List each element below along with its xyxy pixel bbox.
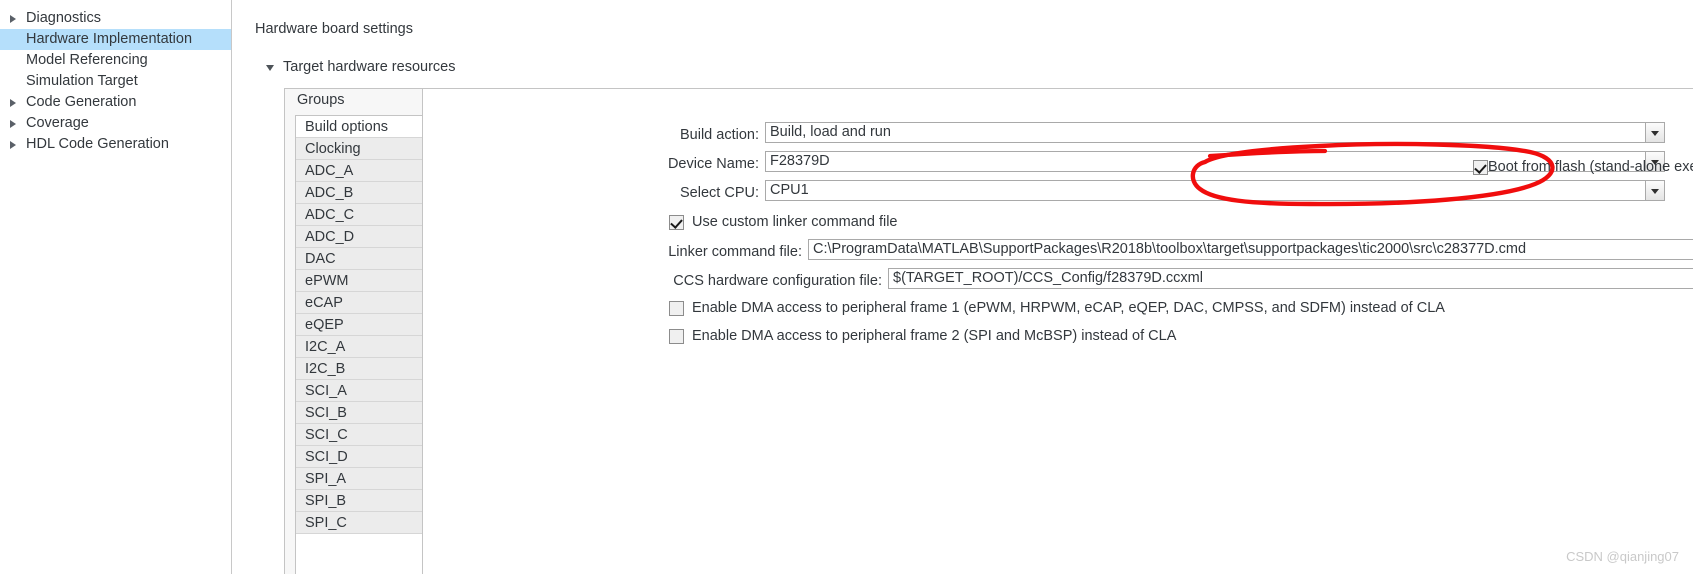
chevron-right-icon[interactable] (10, 119, 16, 128)
group-item-spi-b[interactable]: SPI_B (296, 490, 422, 512)
use-custom-linker-checkbox[interactable] (669, 214, 684, 230)
configuration-tree-panel[interactable]: Diagnostics Hardware Implementation Mode… (0, 0, 232, 574)
chevron-down-icon[interactable] (266, 65, 274, 71)
group-item-sci-d[interactable]: SCI_D (296, 446, 422, 468)
build-action-label: Build action: (680, 127, 759, 143)
group-item-label: SPI_A (305, 471, 347, 487)
group-item-eqep[interactable]: eQEP (296, 314, 422, 336)
tree-item-simulation-target[interactable]: Simulation Target (0, 71, 231, 92)
group-item-label: ADC_A (305, 163, 354, 179)
simulink-configuration-parameters-window: Diagnostics Hardware Implementation Mode… (0, 0, 1693, 574)
ccs-config-file-label: CCS hardware configuration file: (673, 273, 882, 289)
chevron-right-icon[interactable] (10, 140, 16, 149)
hardware-board-settings-title: Hardware board settings (255, 21, 413, 37)
dma-frame1-label: Enable DMA access to peripheral frame 1 … (692, 300, 1445, 316)
dma-frame1-row[interactable]: Enable DMA access to peripheral frame 1 … (669, 297, 1445, 319)
group-item-adc-b[interactable]: ADC_B (296, 182, 422, 204)
group-item-label: SCI_C (305, 427, 348, 443)
build-action-value: Build, load and run (770, 124, 891, 140)
groups-list[interactable]: Build options Clocking ADC_A ADC_B ADC_C… (295, 115, 422, 574)
tree-item-label: Diagnostics (26, 10, 101, 26)
select-cpu-row: Select CPU: CPU1 (680, 180, 1665, 206)
group-item-i2c-b[interactable]: I2C_B (296, 358, 422, 380)
dma-frame2-checkbox[interactable] (669, 328, 684, 344)
watermark-text: CSDN @qianjing07 (1566, 549, 1679, 564)
target-hardware-resources-header[interactable]: Target hardware resources (266, 59, 455, 75)
build-options-form: Build action: Build, load and run Device… (423, 88, 1693, 574)
group-item-label: I2C_B (305, 361, 346, 377)
settings-pane: Hardware board settings Target hardware … (233, 0, 1693, 574)
build-action-combobox[interactable]: Build, load and run (765, 122, 1665, 143)
linker-command-file-label: Linker command file: (668, 244, 802, 260)
groups-panel: Groups Build options Clocking ADC_A ADC_… (284, 88, 423, 574)
chevron-right-icon[interactable] (10, 98, 16, 107)
boot-from-flash-label: Boot from flash (stand-alone execution) (1488, 159, 1693, 175)
chevron-down-icon[interactable] (1645, 181, 1664, 200)
tree-item-diagnostics[interactable]: Diagnostics (0, 8, 231, 29)
tree-item-label: Simulation Target (26, 73, 138, 89)
device-name-label: Device Name: (667, 156, 759, 172)
tree-item-label: Model Referencing (26, 52, 148, 68)
group-item-label: SPI_C (305, 515, 347, 531)
select-cpu-value: CPU1 (770, 182, 809, 198)
group-item-label: Build options (305, 119, 389, 135)
group-item-adc-a[interactable]: ADC_A (296, 160, 422, 182)
group-item-label: Clocking (305, 141, 361, 157)
linker-command-file-input[interactable]: C:\ProgramData\MATLAB\SupportPackages\R2… (808, 239, 1693, 260)
group-item-label: ePWM (305, 273, 349, 289)
group-item-sci-c[interactable]: SCI_C (296, 424, 422, 446)
group-item-clocking[interactable]: Clocking (296, 138, 422, 160)
dma-frame1-checkbox[interactable] (669, 300, 684, 316)
select-cpu-label: Select CPU: (680, 185, 759, 201)
chevron-down-icon[interactable] (1645, 123, 1664, 142)
group-item-label: I2C_A (305, 339, 346, 355)
group-item-sci-b[interactable]: SCI_B (296, 402, 422, 424)
groups-caption: Groups (285, 89, 422, 111)
group-item-label: ADC_D (305, 229, 355, 245)
group-item-label: SCI_D (305, 449, 348, 465)
dma-frame2-label: Enable DMA access to peripheral frame 2 … (692, 328, 1177, 344)
ccs-config-file-row: CCS hardware configuration file: $(TARGE… (673, 268, 1693, 294)
group-item-sci-a[interactable]: SCI_A (296, 380, 422, 402)
tree-item-coverage[interactable]: Coverage (0, 113, 231, 134)
target-hardware-resources-label: Target hardware resources (283, 59, 456, 75)
tree-item-code-generation[interactable]: Code Generation (0, 92, 231, 113)
group-item-adc-c[interactable]: ADC_C (296, 204, 422, 226)
ccs-config-file-input[interactable]: $(TARGET_ROOT)/CCS_Config/f28379D.ccxml (888, 268, 1693, 289)
tree-item-hdl-code-generation[interactable]: HDL Code Generation (0, 134, 231, 155)
group-item-label: SPI_B (305, 493, 347, 509)
tree-item-label: HDL Code Generation (26, 136, 169, 152)
group-item-dac[interactable]: DAC (296, 248, 422, 270)
linker-command-file-row: Linker command file: C:\ProgramData\MATL… (668, 239, 1693, 265)
group-item-adc-d[interactable]: ADC_D (296, 226, 422, 248)
build-action-row: Build action: Build, load and run (680, 122, 1665, 148)
group-item-label: DAC (305, 251, 336, 267)
chevron-right-icon[interactable] (10, 14, 16, 23)
tree-item-label: Hardware Implementation (26, 31, 193, 47)
select-cpu-combobox[interactable]: CPU1 (765, 180, 1665, 201)
group-item-spi-a[interactable]: SPI_A (296, 468, 422, 490)
tree-item-partial-top[interactable] (0, 0, 231, 8)
use-custom-linker-label: Use custom linker command file (692, 214, 898, 230)
group-item-spi-c[interactable]: SPI_C (296, 512, 422, 534)
boot-from-flash-row[interactable]: Boot from flash (stand-alone execution) (1473, 156, 1693, 178)
group-item-i2c-a[interactable]: I2C_A (296, 336, 422, 358)
tree-item-label: Coverage (26, 115, 89, 131)
group-item-label: ADC_B (305, 185, 354, 201)
group-item-label: SCI_A (305, 383, 347, 399)
group-item-label: eCAP (305, 295, 343, 311)
use-custom-linker-row[interactable]: Use custom linker command file (669, 211, 898, 233)
group-item-label: ADC_C (305, 207, 355, 223)
boot-from-flash-checkbox[interactable] (1473, 159, 1488, 175)
tree-item-hardware-implementation[interactable]: Hardware Implementation (0, 29, 231, 50)
group-item-ecap[interactable]: eCAP (296, 292, 422, 314)
dma-frame2-row[interactable]: Enable DMA access to peripheral frame 2 … (669, 325, 1176, 347)
tree-item-model-referencing[interactable]: Model Referencing (0, 50, 231, 71)
group-item-label: SCI_B (305, 405, 347, 421)
group-item-label: eQEP (305, 317, 344, 333)
group-item-epwm[interactable]: ePWM (296, 270, 422, 292)
group-item-build-options[interactable]: Build options (296, 116, 422, 138)
tree-item-label: Code Generation (26, 94, 137, 110)
